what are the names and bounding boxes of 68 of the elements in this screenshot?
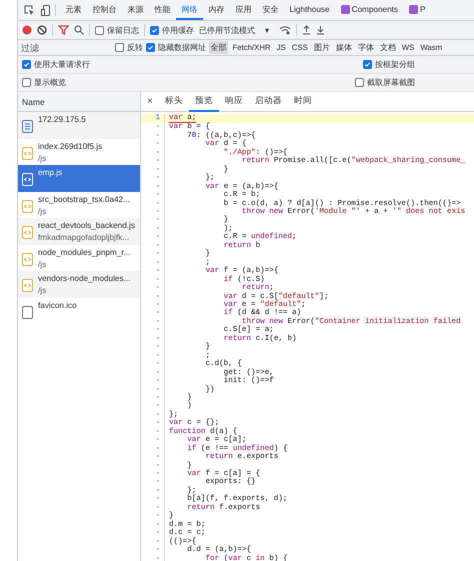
request-row[interactable]: index.269d10f5.js /js bbox=[18, 138, 140, 165]
panel-tab[interactable]: 元素 bbox=[60, 0, 87, 20]
script-file-icon bbox=[22, 279, 33, 292]
checkbox[interactable] bbox=[363, 60, 372, 69]
file-name: vendors-node_modules... bbox=[38, 274, 130, 283]
panel-tab[interactable]: 控制台 bbox=[87, 0, 122, 20]
file-name: 172.29.175.5 bbox=[38, 115, 86, 124]
detail-tab[interactable]: 启动器 bbox=[248, 92, 288, 112]
detail-tab[interactable]: 时间 bbox=[288, 92, 318, 112]
script-file-icon bbox=[22, 226, 33, 239]
device-icon[interactable] bbox=[41, 4, 51, 16]
panel-tab[interactable]: 安全 bbox=[257, 0, 284, 20]
wifi-settings-icon[interactable] bbox=[279, 25, 291, 35]
detail-tab[interactable]: 预览 bbox=[188, 92, 219, 112]
request-row[interactable]: src_bootstrap_tsx.0a42... /js bbox=[18, 192, 140, 218]
checkbox[interactable] bbox=[22, 60, 31, 69]
request-row[interactable]: emp.js bbox=[18, 165, 140, 192]
checkbox[interactable] bbox=[22, 78, 31, 87]
panel-tab[interactable]: Components bbox=[335, 0, 404, 20]
document-icon bbox=[22, 120, 33, 133]
file-name: favicon.ico bbox=[38, 300, 77, 310]
script-file-icon bbox=[22, 200, 33, 212]
script-file-icon bbox=[22, 173, 33, 186]
script-file-icon bbox=[22, 146, 33, 160]
request-row[interactable]: react_devtools_backend.js fmkadmapgofadopljbjfk... bbox=[18, 218, 140, 244]
option-label: 显示概览 bbox=[34, 77, 66, 88]
checkbox[interactable] bbox=[115, 43, 124, 52]
file-path: /js bbox=[38, 286, 48, 295]
search-icon[interactable] bbox=[74, 25, 84, 35]
checkbox[interactable] bbox=[95, 26, 104, 34]
file-name: react_devtools_backend.js bbox=[38, 221, 135, 230]
request-row[interactable]: 172.29.175.5 bbox=[18, 112, 140, 138]
panel-tab[interactable]: 应用 bbox=[230, 0, 257, 20]
request-row[interactable]: vendors-node_modules... /js bbox=[18, 271, 140, 298]
detail-tab[interactable]: 标头 bbox=[158, 92, 189, 112]
checkbox[interactable] bbox=[355, 78, 364, 87]
panel-tab[interactable]: 来源 bbox=[122, 0, 149, 20]
option-label: 按框架分组 bbox=[375, 59, 415, 70]
record-icon[interactable] bbox=[22, 25, 32, 35]
panel-tab[interactable]: P bbox=[404, 0, 431, 20]
checkbox[interactable] bbox=[150, 26, 159, 34]
file-name: emp.js bbox=[38, 168, 62, 177]
file-path: fmkadmapgofadopljbjfk... bbox=[38, 233, 130, 242]
detail-tab[interactable]: 响应 bbox=[218, 92, 249, 112]
panel-tab[interactable]: 性能 bbox=[149, 0, 176, 20]
script-file-icon bbox=[22, 252, 33, 266]
column-header: Name bbox=[22, 96, 45, 106]
file-name: src_bootstrap_tsx.0a42... bbox=[38, 194, 130, 204]
panel-tab[interactable]: Lighthouse bbox=[284, 0, 336, 20]
panel-tab[interactable]: 内存 bbox=[203, 0, 230, 20]
option-label: 截取屏幕截图 bbox=[367, 77, 415, 88]
filter-field[interactable]: 过滤 bbox=[18, 41, 112, 54]
caret-icon[interactable]: ▾ bbox=[260, 26, 274, 34]
file-path: /js bbox=[38, 260, 48, 268]
filter-icon[interactable] bbox=[58, 25, 69, 35]
close-icon[interactable]: × bbox=[141, 96, 159, 107]
upload-icon[interactable] bbox=[302, 25, 311, 35]
file-name: node_modules_pnpm_r... bbox=[38, 248, 130, 256]
checkbox[interactable] bbox=[146, 43, 155, 52]
file-icon bbox=[22, 306, 33, 318]
file-path: /js bbox=[38, 206, 48, 216]
inspect-icon[interactable] bbox=[24, 4, 35, 16]
request-row[interactable]: node_modules_pnpm_r... /js bbox=[18, 244, 140, 271]
option-label: 使用大量请求行 bbox=[34, 59, 90, 70]
file-name: index.269d10f5.js bbox=[38, 142, 102, 150]
file-path: /js bbox=[38, 154, 48, 162]
clear-icon[interactable] bbox=[37, 25, 47, 35]
download-icon[interactable] bbox=[316, 25, 325, 35]
